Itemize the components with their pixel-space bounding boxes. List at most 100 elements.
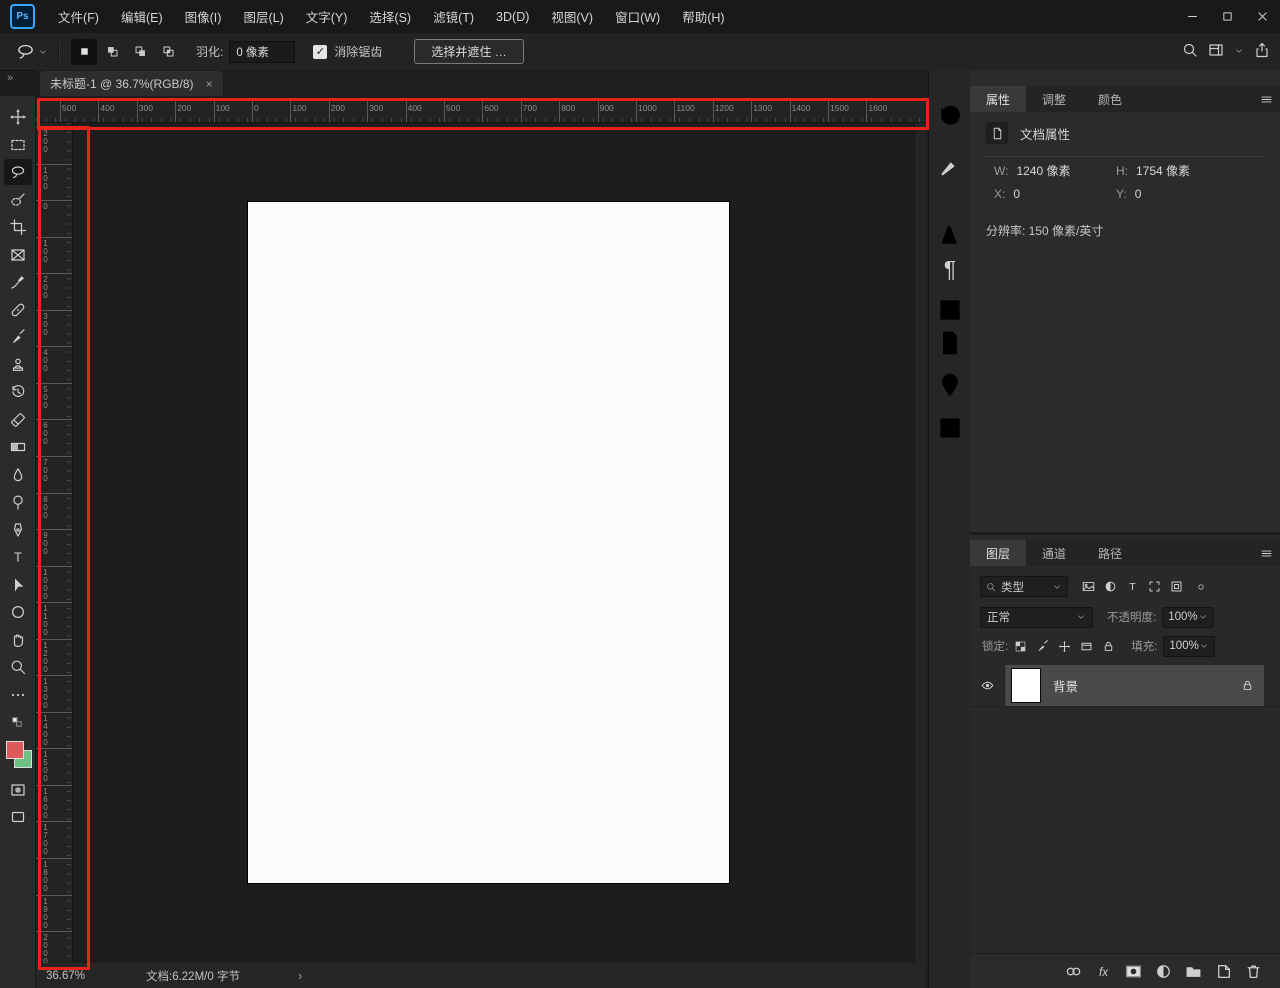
lasso-tool[interactable] <box>3 159 32 185</box>
layer-filter-type-select[interactable]: 类型 <box>980 576 1068 597</box>
workspace-chevron-down-button[interactable] <box>1234 45 1244 59</box>
healing-brush-tool[interactable] <box>4 297 32 323</box>
subtract-from-selection-button[interactable] <box>127 39 153 65</box>
clone-stamp-tool[interactable] <box>4 352 32 378</box>
new-adjustment-layer-icon[interactable] <box>1155 963 1172 980</box>
active-tool-preview[interactable] <box>16 42 48 61</box>
tab-paths[interactable]: 路径 <box>1082 540 1138 566</box>
blur-tool[interactable] <box>4 462 32 488</box>
delete-layer-icon[interactable] <box>1245 963 1262 980</box>
frame-tool[interactable] <box>4 242 32 268</box>
blend-mode-select[interactable]: 正常 <box>980 606 1093 628</box>
smart-object-filter-icon[interactable] <box>1170 580 1183 593</box>
type-tool[interactable]: T <box>4 544 32 570</box>
shape-tool[interactable] <box>4 599 32 625</box>
tab-color[interactable]: 颜色 <box>1082 86 1138 112</box>
learn-panel-icon[interactable] <box>936 462 964 488</box>
zoom-tool[interactable] <box>4 654 32 680</box>
lock-position-icon[interactable] <box>1058 640 1071 653</box>
comments-panel-icon[interactable] <box>936 372 964 398</box>
menu-item-6[interactable]: 滤镜(T) <box>422 0 485 33</box>
layer-lock-icon[interactable] <box>1241 679 1254 692</box>
tab-properties[interactable]: 属性 <box>970 86 1027 112</box>
menu-item-9[interactable]: 窗口(W) <box>604 0 671 33</box>
menu-item-5[interactable]: 选择(S) <box>358 0 422 33</box>
intersect-selection-button[interactable] <box>155 39 181 65</box>
history-brush-tool[interactable] <box>4 379 32 405</box>
edit-toolbar[interactable] <box>4 682 32 708</box>
minimize-window-button[interactable] <box>1175 0 1210 33</box>
eraser-tool[interactable] <box>4 407 32 433</box>
toolbar-expander-icon[interactable]: » <box>7 72 13 84</box>
layer-row-background[interactable]: 背景 <box>970 665 1280 707</box>
brush-tool[interactable] <box>4 324 32 350</box>
filter-toggle-icon[interactable] <box>1196 582 1206 592</box>
panel-menu-icon[interactable] <box>1260 93 1273 106</box>
maximize-window-button[interactable] <box>1210 0 1245 33</box>
layer-style-icon[interactable]: fx <box>1095 963 1112 980</box>
lock-artboard-nesting-icon[interactable] <box>1080 640 1093 653</box>
fill-input[interactable]: 100% <box>1163 635 1216 657</box>
menu-item-4[interactable]: 文字(Y) <box>295 0 359 33</box>
quick-selection-tool[interactable] <box>4 187 32 213</box>
layer-visibility-cell[interactable] <box>970 665 1005 706</box>
foreground-color-swatch[interactable] <box>5 740 24 759</box>
hand-tool[interactable] <box>4 627 32 653</box>
clone-source-panel-icon[interactable] <box>936 415 964 441</box>
menu-item-8[interactable]: 视图(V) <box>540 0 604 33</box>
menu-item-7[interactable]: 3D(D) <box>485 0 540 33</box>
lock-all-icon[interactable] <box>1102 640 1115 653</box>
tab-channels[interactable]: 通道 <box>1026 540 1082 566</box>
workspace-switcher-button[interactable] <box>1208 42 1224 61</box>
marquee-tool[interactable] <box>4 132 32 158</box>
document-tab[interactable]: 未标题-1 @ 36.7%(RGB/8) × <box>40 71 223 96</box>
panel-menu-icon[interactable] <box>1260 547 1273 560</box>
pixel-layer-filter-icon[interactable] <box>1082 580 1095 593</box>
paragraph-panel-icon[interactable]: ¶ <box>936 255 964 282</box>
menu-item-0[interactable]: 文件(F) <box>47 0 110 33</box>
feather-input[interactable]: 0 像素 <box>229 40 296 63</box>
pen-tool[interactable] <box>4 517 32 543</box>
move-tool[interactable] <box>4 104 32 130</box>
brushes-panel-icon[interactable] <box>936 182 964 208</box>
canvas-scrollbar[interactable] <box>914 123 927 964</box>
screen-mode[interactable] <box>4 804 32 830</box>
menu-item-3[interactable]: 图层(L) <box>232 0 294 33</box>
adjustment-layer-filter-icon[interactable] <box>1104 580 1117 593</box>
status-chevron-icon[interactable]: › <box>298 968 302 983</box>
swatches-panel-icon[interactable] <box>936 297 964 323</box>
new-selection-button[interactable] <box>71 38 97 65</box>
menu-item-1[interactable]: 编辑(E) <box>110 0 174 33</box>
type-layer-filter-icon[interactable]: T <box>1126 580 1139 593</box>
lock-image-pixels-icon[interactable] <box>1036 639 1049 653</box>
search-button[interactable] <box>1182 42 1198 61</box>
new-layer-icon[interactable] <box>1215 963 1232 980</box>
brush-settings-panel-icon[interactable] <box>936 152 964 178</box>
tab-adjustments[interactable]: 调整 <box>1026 86 1082 112</box>
opacity-input[interactable]: 100% <box>1162 606 1215 628</box>
path-selection-tool[interactable] <box>4 572 32 598</box>
close-window-button[interactable] <box>1245 0 1280 33</box>
menu-item-10[interactable]: 帮助(H) <box>671 0 735 33</box>
add-to-selection-button[interactable] <box>99 39 125 65</box>
lock-transparent-pixels-icon[interactable] <box>1014 640 1027 653</box>
select-and-mask-button[interactable]: 选择并遮住 … <box>414 39 524 64</box>
anti-alias-checkbox[interactable]: ✓ <box>313 44 328 59</box>
tab-layers[interactable]: 图层 <box>970 540 1027 566</box>
menu-item-2[interactable]: 图像(I) <box>174 0 233 33</box>
gradient-tool[interactable] <box>4 434 32 460</box>
libraries-panel-icon[interactable] <box>936 330 964 356</box>
share-button[interactable] <box>1254 42 1270 61</box>
swap-colors[interactable] <box>4 709 32 735</box>
close-tab-icon[interactable]: × <box>206 77 213 91</box>
dodge-tool[interactable] <box>4 489 32 515</box>
shape-layer-filter-icon[interactable] <box>1148 580 1161 593</box>
zoom-level-field[interactable]: 36.67% <box>46 970 132 982</box>
crop-tool[interactable] <box>4 214 32 240</box>
character-panel-icon[interactable] <box>936 222 964 248</box>
eyedropper-tool[interactable] <box>4 269 32 295</box>
add-layer-mask-icon[interactable] <box>1125 963 1142 980</box>
layer-thumbnail[interactable] <box>1011 668 1041 703</box>
new-group-icon[interactable] <box>1185 963 1202 980</box>
history-panel-icon[interactable] <box>936 104 964 130</box>
